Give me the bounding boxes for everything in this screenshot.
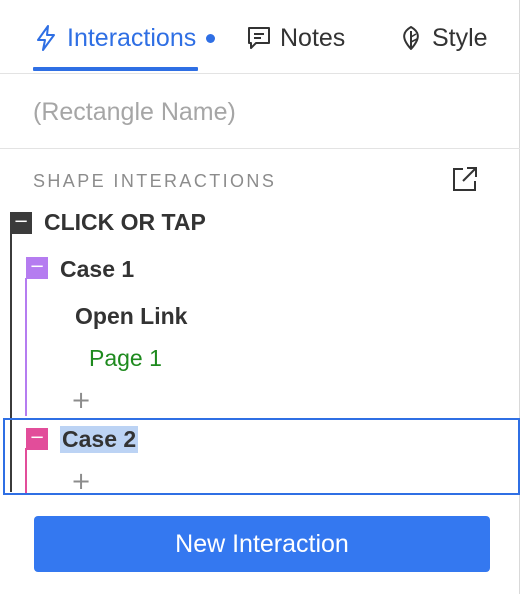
unsaved-indicator-dot (206, 33, 216, 43)
tab-style-label: Style (432, 23, 488, 52)
tab-bar: Interactions Notes Style (0, 0, 520, 74)
case-1-collapse-toggle[interactable]: − (26, 257, 48, 279)
new-interaction-button[interactable]: New Interaction (34, 516, 490, 572)
action-label[interactable]: Open Link (75, 303, 187, 330)
active-tab-underline (33, 67, 198, 71)
event-collapse-toggle[interactable]: − (10, 212, 32, 234)
leaf-icon (398, 25, 424, 51)
case-2-collapse-toggle[interactable]: − (26, 428, 48, 450)
action-target-label[interactable]: Page 1 (89, 345, 162, 372)
tab-interactions-label: Interactions (67, 23, 197, 52)
lightning-icon (33, 25, 59, 51)
section-title: SHAPE INTERACTIONS (33, 171, 277, 191)
case-2-label[interactable]: Case 2 (60, 426, 139, 453)
case-1-label[interactable]: Case 1 (60, 256, 134, 283)
shape-name-row (0, 74, 520, 149)
tab-notes-label: Notes (280, 23, 346, 52)
tab-notes[interactable]: Notes (246, 22, 345, 54)
add-action-button[interactable]: + (71, 386, 91, 414)
speech-bubble-icon (246, 25, 272, 51)
tab-interactions[interactable]: Interactions (33, 22, 216, 54)
interactions-panel: Interactions Notes Style (Rectangle Name… (0, 0, 520, 594)
event-label[interactable]: CLICK OR TAP (44, 209, 206, 236)
shape-name-input[interactable] (33, 94, 503, 130)
tab-style[interactable]: Style (398, 22, 488, 54)
case-1-tree-line (25, 278, 27, 416)
add-action-button[interactable]: + (71, 467, 91, 495)
open-external-icon[interactable] (451, 165, 479, 193)
